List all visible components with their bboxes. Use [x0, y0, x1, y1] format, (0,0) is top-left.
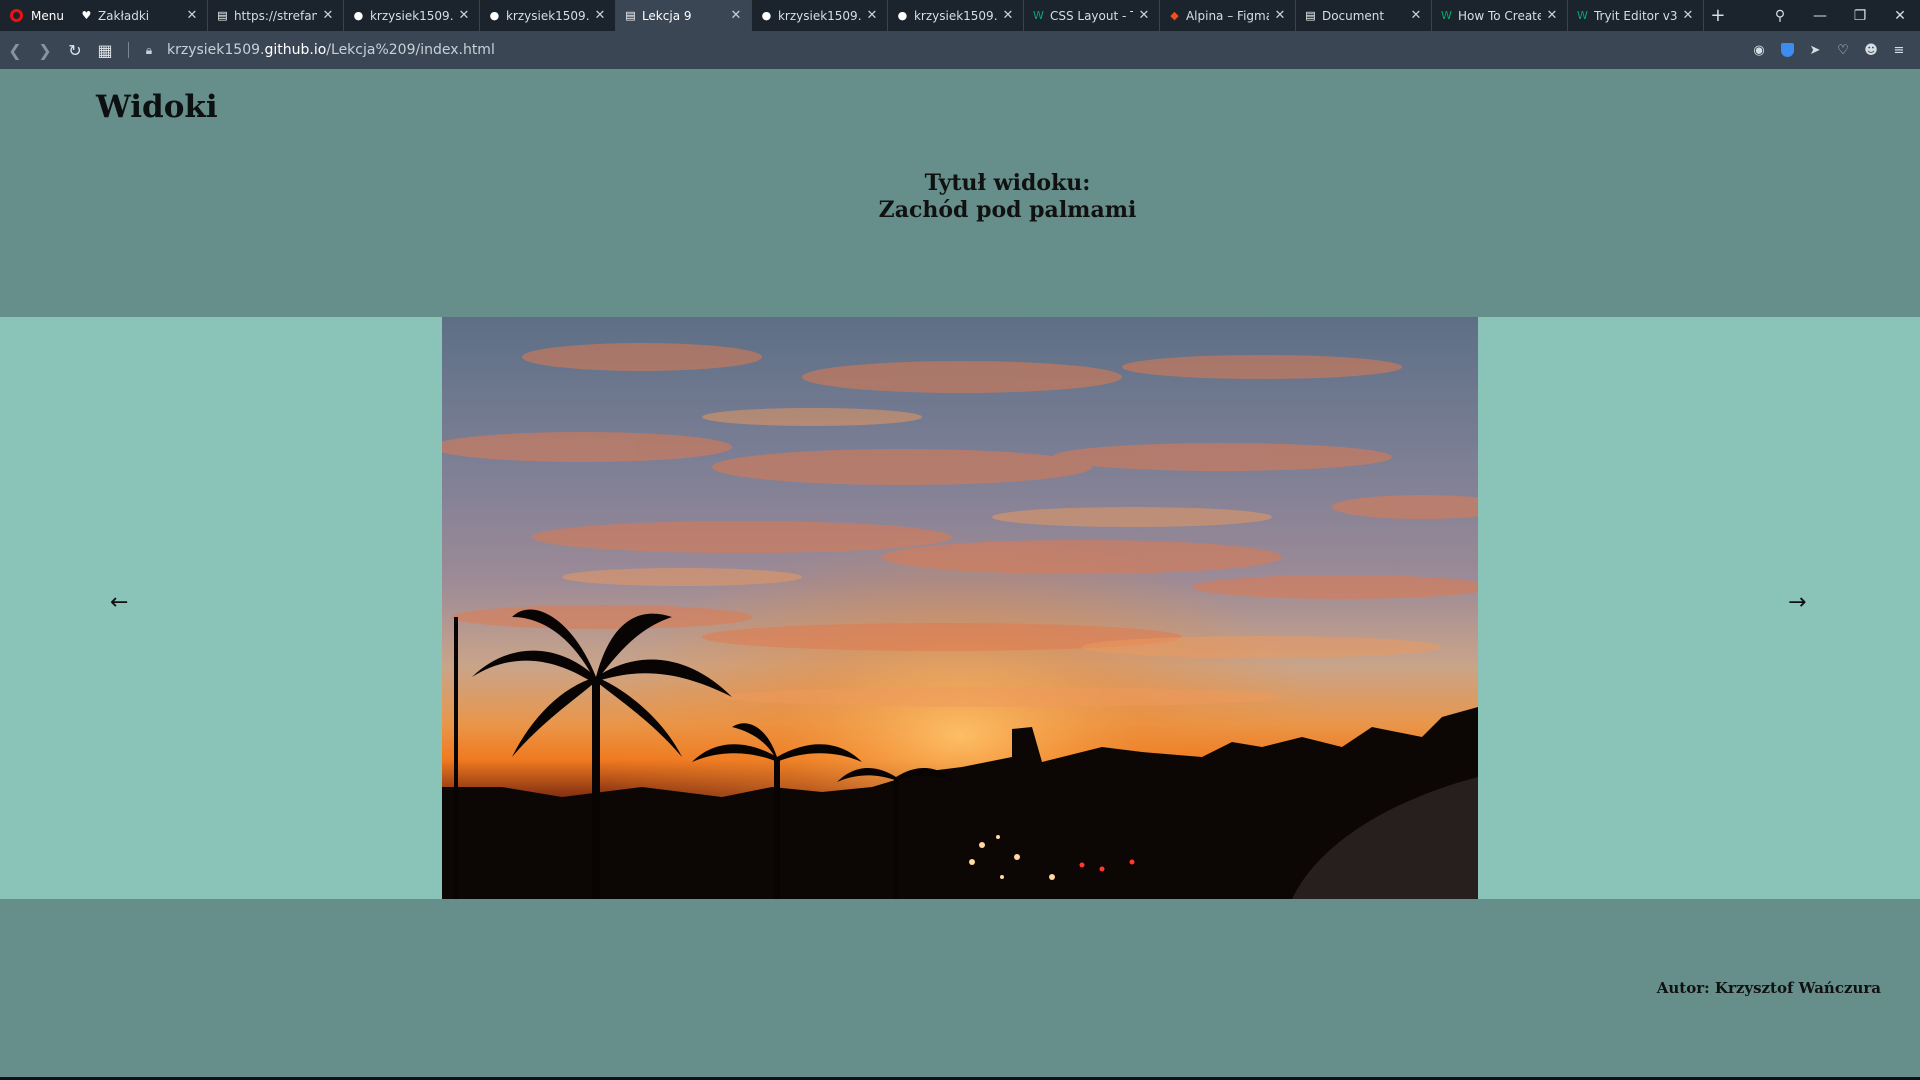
tab-title: Document [1321, 8, 1385, 23]
tab-close-icon[interactable]: ✕ [1001, 8, 1015, 23]
address-divider [128, 42, 129, 58]
w3-icon: W [1577, 9, 1588, 22]
bookmark-heart-icon[interactable]: ♡ [1832, 39, 1854, 61]
tab-title: krzysiek1509.gi [777, 8, 861, 23]
tab-title: krzysiek1509.gi [505, 8, 589, 23]
tabs-overview-icon[interactable]: ▦ [90, 31, 120, 69]
forward-button[interactable]: ❯ [30, 31, 60, 69]
gallery: ← → [0, 317, 1920, 899]
w3-icon: W [1033, 9, 1044, 22]
view-title-name: Zachód pod palmami [878, 197, 1137, 223]
window-controls: ⚲ — ❐ ✕ [1760, 0, 1920, 31]
tab-close-icon[interactable]: ✕ [321, 8, 335, 23]
menu-label: Menu [31, 8, 64, 23]
tab-close-icon[interactable]: ✕ [185, 8, 199, 23]
page-icon: ▤ [217, 9, 228, 22]
tab-strip: ♥ Zakładki ✕ ▤ https://strefana ✕ ● krzysiek150… [72, 0, 1704, 31]
w3-icon: W [1441, 9, 1452, 22]
author-credit: Autor: Krzysztof Wańczura [1656, 979, 1881, 997]
back-button[interactable]: ❮ [0, 31, 30, 69]
page-icon: ▤ [1305, 9, 1316, 22]
sunset-photo [442, 317, 1478, 899]
browser-tab[interactable]: W How To Create ✕ [1432, 0, 1568, 31]
tab-title: https://strefana [233, 8, 317, 23]
page-footer: Autor: Krzysztof Wańczura [0, 899, 1920, 1077]
browser-tab-bar: Menu ♥ Zakładki ✕ ▤ https://strefana ✕ ● krzysi… [0, 0, 1920, 31]
url-field[interactable]: krzysiek1509.github.io/Lekcja%209/index.… [167, 42, 495, 58]
web-page: Widoki Tytuł widoku: Zachód pod palmami … [0, 69, 1920, 1077]
tab-close-icon[interactable]: ✕ [1137, 8, 1151, 23]
view-title: Tytuł widoku: Zachód pod palmami [0, 170, 1920, 224]
lock-icon[interactable]: 🔒︎ [139, 43, 159, 58]
browser-tab[interactable]: ▤ Document ✕ [1296, 0, 1432, 31]
browser-tab[interactable]: W Tryit Editor v3.6 ✕ [1568, 0, 1704, 31]
tab-title: krzysiek1509.gi [369, 8, 453, 23]
tab-close-icon[interactable]: ✕ [1409, 8, 1423, 23]
reload-button[interactable]: ↻ [60, 31, 90, 69]
browser-tab[interactable]: ● krzysiek1509.gi ✕ [752, 0, 888, 31]
tab-close-icon[interactable]: ✕ [865, 8, 879, 23]
tab-title: How To Create [1457, 8, 1541, 23]
tab-title: CSS Layout - Th [1049, 8, 1133, 23]
tab-title: Alpina – Figma [1185, 8, 1269, 23]
browser-tab[interactable]: ● krzysiek1509.gi ✕ [888, 0, 1024, 31]
github-icon: ● [353, 9, 364, 22]
browser-tab[interactable]: ▤ Lekcja 9 ✕ [615, 0, 752, 31]
browser-tab[interactable]: ♥ Zakładki ✕ [72, 0, 208, 31]
previous-arrow[interactable]: ← [110, 590, 128, 615]
sunset-palms-image [442, 317, 1478, 899]
browser-tab[interactable]: ◆ Alpina – Figma ✕ [1160, 0, 1296, 31]
new-tab-button[interactable]: + [1704, 0, 1732, 31]
close-window-button[interactable]: ✕ [1880, 0, 1920, 31]
tab-title: krzysiek1509.gi [913, 8, 997, 23]
restore-button[interactable]: ❐ [1840, 0, 1880, 31]
tab-title: Zakładki [97, 8, 150, 23]
url-path: /Lekcja%209/index.html [326, 42, 495, 58]
address-bar: ❮ ❯ ↻ ▦ 🔒︎ krzysiek1509.github.io/Lekcja… [0, 31, 1920, 69]
snapshot-icon[interactable]: ◉ [1748, 39, 1770, 61]
github-icon: ● [761, 9, 772, 22]
page-icon: ▤ [625, 9, 636, 22]
tab-close-icon[interactable]: ✕ [1273, 8, 1287, 23]
tab-title: Lekcja 9 [641, 8, 692, 23]
next-arrow[interactable]: → [1788, 590, 1806, 615]
opera-logo-icon [10, 9, 23, 22]
url-domain: github.io [264, 42, 327, 58]
tab-close-icon[interactable]: ✕ [1681, 8, 1695, 23]
browser-tab[interactable]: W CSS Layout - Th ✕ [1024, 0, 1160, 31]
account-icon[interactable]: ☻ [1860, 39, 1882, 61]
send-icon[interactable]: ➤ [1804, 39, 1826, 61]
site-title: Widoki [96, 89, 218, 125]
address-tools: ◉ ➤ ♡ ☻ ≡ [1748, 31, 1910, 69]
tab-search-icon[interactable]: ⚲ [1760, 0, 1800, 31]
url-prefix: krzysiek1509. [167, 42, 265, 58]
github-icon: ● [489, 9, 500, 22]
tab-close-icon[interactable]: ✕ [457, 8, 471, 23]
adblock-shield-icon[interactable] [1776, 39, 1798, 61]
heart-icon: ♥ [81, 9, 92, 22]
browser-tab[interactable]: ● krzysiek1509.gi ✕ [344, 0, 480, 31]
tab-title: Tryit Editor v3.6 [1593, 8, 1677, 23]
tab-close-icon[interactable]: ✕ [729, 8, 743, 23]
opera-menu-button[interactable]: Menu [0, 0, 72, 31]
figma-icon: ◆ [1170, 9, 1179, 22]
tab-close-icon[interactable]: ✕ [593, 8, 607, 23]
page-header: Widoki Tytuł widoku: Zachód pod palmami [0, 69, 1920, 317]
browser-tab[interactable]: ● krzysiek1509.gi ✕ [480, 0, 616, 31]
easy-setup-icon[interactable]: ≡ [1888, 39, 1910, 61]
view-title-label: Tytuł widoku: [924, 170, 1091, 196]
minimize-button[interactable]: — [1800, 0, 1840, 31]
tab-close-icon[interactable]: ✕ [1545, 8, 1559, 23]
browser-tab[interactable]: ▤ https://strefana ✕ [208, 0, 344, 31]
github-icon: ● [897, 9, 908, 22]
